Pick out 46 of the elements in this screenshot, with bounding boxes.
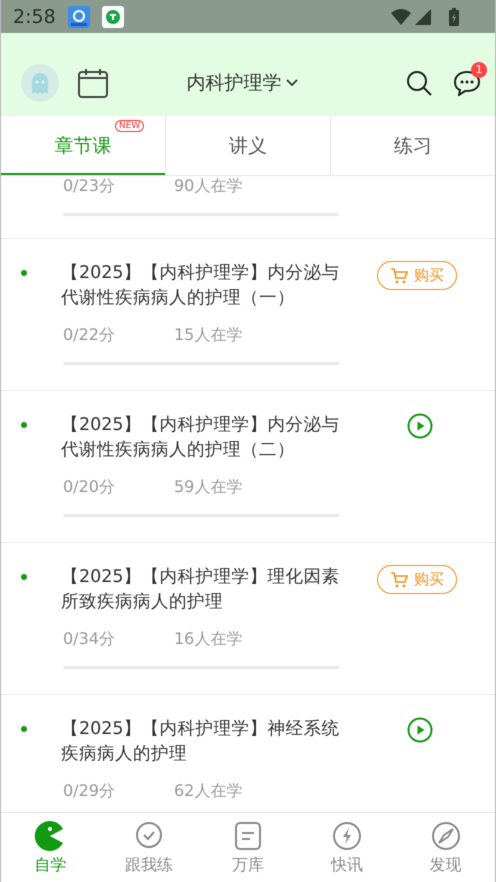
caret-icon[interactable] [286, 78, 298, 86]
search-icon[interactable] [405, 68, 433, 96]
tab[interactable]: 练习 [330, 116, 495, 175]
lesson-title: 【2025】【内科护理学】内分泌与代谢性疾病病人的护理（二） [61, 414, 341, 462]
tab[interactable]: 章节课 NEW [1, 116, 165, 175]
battery-icon [449, 8, 459, 26]
cart-icon [390, 572, 408, 588]
score-text: 0/20分 [63, 477, 116, 498]
signal-icon [415, 8, 431, 24]
score-text: 0/29分 [63, 781, 116, 802]
nav-tab[interactable]: 万库 [198, 813, 298, 882]
lightning-icon [330, 820, 363, 852]
score-text: 0/22分 [63, 325, 116, 346]
nav-tab[interactable]: 自学 [1, 813, 100, 882]
nav-tab[interactable]: 发现 [396, 813, 495, 882]
learner-count: 15人在学 [174, 325, 242, 346]
lesson-title: 【2025】【内科护理学】内分泌与代谢性疾病病人的护理（一） [61, 262, 341, 310]
compass-icon [430, 820, 462, 852]
score-text: 0/23分 [63, 176, 116, 197]
bullet-dot [21, 574, 27, 580]
new-badge: NEW [115, 120, 144, 132]
bullet-dot [21, 270, 27, 276]
subject-dropdown[interactable]: 内科护理学 [109, 70, 375, 96]
notification-badge: 1 [471, 62, 487, 78]
app-notification-icon [68, 6, 90, 28]
learner-count: 62人在学 [174, 781, 242, 802]
play-button[interactable] [407, 413, 433, 439]
app-notification-icon [102, 6, 124, 28]
play-button[interactable] [407, 717, 433, 743]
nav-tab[interactable]: 跟我练 [100, 813, 199, 882]
lesson-title: 【2025】【内科护理学】理化因素所致疾病病人的护理 [61, 566, 341, 614]
learner-count: 16人在学 [174, 629, 242, 650]
cart-icon [390, 268, 408, 284]
buy-button[interactable]: 购买 [377, 565, 457, 594]
learner-count: 59人在学 [174, 477, 242, 498]
learner-count: 90人在学 [174, 176, 242, 197]
wifi-icon [391, 8, 411, 24]
nav-tab[interactable]: 快讯 [297, 813, 396, 882]
score-text: 0/34分 [63, 629, 116, 650]
status-time: 2:58 [13, 6, 56, 28]
tab[interactable]: 讲义 [165, 116, 330, 175]
buy-button[interactable]: 购买 [377, 261, 457, 290]
bullet-dot [21, 422, 27, 428]
bullet-dot [21, 726, 27, 732]
lesson-title: 【2025】【内科护理学】神经系统疾病病人的护理 [61, 718, 341, 766]
check-in-calendar-icon[interactable] [77, 66, 109, 98]
